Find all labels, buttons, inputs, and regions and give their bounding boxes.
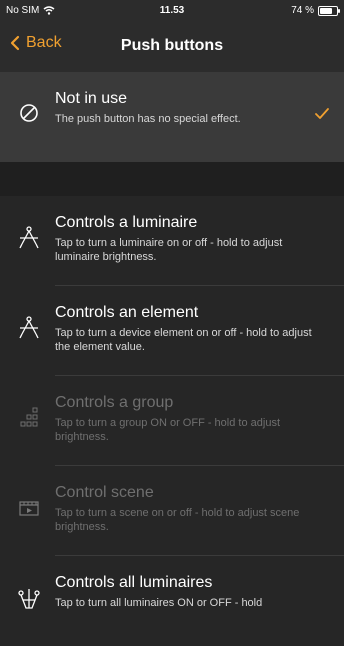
option-subtitle: Tap to turn all luminaires ON or OFF - h… [55,597,263,609]
option-subtitle: Tap to turn a group ON or OFF - hold to … [55,417,280,443]
option-controls-element[interactable]: Controls an element Tap to turn a device… [0,286,344,376]
option-title: Controls all luminaires [55,574,213,591]
all-luminaires-icon [18,586,40,610]
status-bar: No SIM 11.53 74 % [0,0,344,22]
page-title: Push buttons [120,37,224,54]
group-icon [18,406,40,430]
option-control-scene: Control scene Tap to turn a scene on or … [0,466,344,556]
option-not-in-use[interactable]: Not in use The push button has no specia… [0,72,344,162]
checkmark-icon [315,108,329,120]
option-title: Not in use [55,90,128,107]
option-title: Controls an element [55,304,199,321]
status-right: 74 % [291,5,340,16]
option-subtitle: The push button has no special effect. [55,113,241,125]
navigation-bar: Back Push buttons [0,22,344,73]
battery-icon [318,5,340,16]
option-controls-luminaire[interactable]: Controls a luminaire Tap to turn a lumin… [0,196,344,286]
luminaire-icon [18,226,40,250]
option-title: Controls a luminaire [55,214,198,231]
element-icon [18,316,40,340]
option-controls-group: Controls a group Tap to turn a group ON … [0,376,344,466]
option-controls-all-luminaires[interactable]: Controls all luminaires Tap to turn all … [0,556,344,646]
option-subtitle: Tap to turn a luminaire on or off - hold… [55,237,283,263]
option-title: Control scene [55,484,154,501]
battery-fill [320,7,332,14]
option-subtitle: Tap to turn a device element on or off -… [55,327,312,353]
scene-icon [18,496,40,520]
option-subtitle: Tap to turn a scene on or off - hold to … [55,507,300,533]
section-gap [0,162,344,196]
option-title: Controls a group [55,394,174,411]
not-in-use-icon [18,102,40,126]
battery-percent: 74 % [291,5,314,16]
